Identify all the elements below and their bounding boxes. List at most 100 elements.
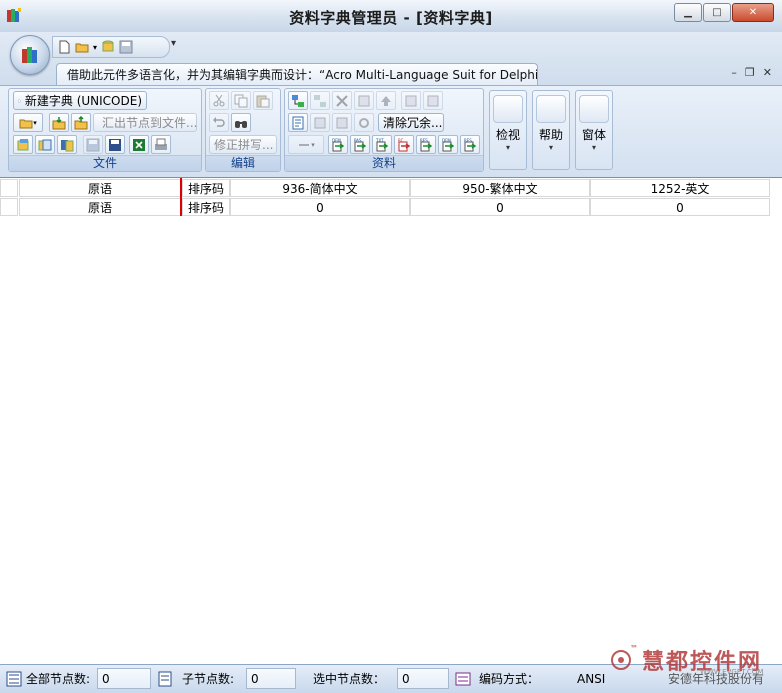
grid-cell[interactable]: 原语	[19, 198, 181, 216]
application-menu-button[interactable]	[10, 35, 50, 75]
undo-button[interactable]	[209, 113, 229, 132]
save-as-icon	[109, 138, 121, 151]
quick-access-toolbar: ▾	[52, 36, 170, 58]
document-properties-icon	[292, 116, 304, 129]
import-dfm-icon: DFM	[332, 138, 345, 151]
grid-cell[interactable]: 950-繁体中文	[410, 179, 590, 197]
link-dropdown-button[interactable]: ▾	[288, 135, 324, 154]
export-res-button[interactable]: RES	[416, 135, 436, 154]
open-dropdown-icon[interactable]: ▾	[93, 43, 97, 52]
save-as-button[interactable]	[105, 135, 125, 154]
open-button[interactable]: ▾	[13, 113, 43, 132]
grid-cell[interactable]: 0	[590, 198, 770, 216]
cut-button[interactable]	[209, 91, 229, 110]
row-indicator[interactable]	[0, 198, 18, 216]
view-menu-button[interactable]: 检视 ▾	[489, 90, 527, 170]
database-open-button[interactable]	[13, 135, 33, 154]
binoculars-icon	[235, 120, 247, 128]
import-folder-button[interactable]	[49, 113, 69, 132]
move-node-button[interactable]	[354, 91, 374, 110]
grid-cell[interactable]: 0	[230, 198, 410, 216]
paste-button[interactable]	[253, 91, 273, 110]
find-button[interactable]	[231, 113, 251, 132]
grid-row[interactable]: 原语 排序码 0 0 0	[0, 198, 782, 217]
new-document-icon[interactable]	[57, 40, 71, 54]
minimize-button[interactable]: ▁	[674, 3, 702, 22]
watermark-url: WWW.EVGET.COM	[700, 668, 764, 676]
grid-cell[interactable]: 1252-英文	[590, 179, 770, 197]
grid-cell[interactable]: 0	[410, 198, 590, 216]
import-dfm-button[interactable]: DFM	[328, 135, 348, 154]
dictionary-grid[interactable]: 原语 排序码 936-简体中文 950-繁体中文 1252-英文 原语 排序码 …	[0, 177, 782, 665]
grid-cell[interactable]: 936-简体中文	[230, 179, 410, 197]
help-icon	[536, 95, 566, 123]
view-icon	[493, 95, 523, 123]
window-menu-button[interactable]: 窗体 ▾	[575, 90, 613, 170]
import-txt-icon: TXT	[375, 138, 389, 151]
database-merge-icon	[61, 139, 74, 151]
simplified-chinese-icon	[314, 117, 326, 128]
grid-header-row[interactable]: 原语 排序码 936-简体中文 950-繁体中文 1252-英文	[0, 179, 782, 198]
scissors-icon	[213, 94, 225, 106]
import-txt-button[interactable]: TXT	[372, 135, 392, 154]
arrow-up-icon	[381, 95, 391, 106]
maximize-button[interactable]: □	[703, 3, 731, 22]
traditional-convert-button[interactable]	[332, 113, 352, 132]
export-excel-button[interactable]	[129, 135, 149, 154]
move-up-button[interactable]	[376, 91, 396, 110]
export-node-label: 汇出节点到文件...	[102, 116, 198, 130]
import-tree-button[interactable]	[401, 91, 421, 110]
database-merge-button[interactable]	[57, 135, 77, 154]
column-splitter[interactable]	[180, 178, 182, 216]
import-pas-button[interactable]: PAS	[350, 135, 370, 154]
database-icon[interactable]	[101, 40, 115, 54]
format-tag-dfm: DFM	[332, 138, 341, 143]
add-node-button[interactable]	[288, 91, 308, 110]
grid-cell[interactable]: 排序码	[182, 179, 230, 197]
fix-spelling-button[interactable]: 修正拼写...	[209, 135, 277, 154]
books-icon	[22, 47, 37, 63]
folder-import-icon	[52, 116, 66, 129]
clear-redundant-button[interactable]: 清除冗余...	[378, 113, 444, 132]
tree-import-icon	[405, 95, 417, 106]
customize-qat-icon[interactable]: ▾	[171, 38, 176, 49]
refresh-button[interactable]	[354, 113, 374, 132]
simplified-convert-button[interactable]	[310, 113, 330, 132]
encoding-label: 编码方式：	[479, 672, 540, 686]
mdi-restore-button[interactable]: ❐	[745, 66, 755, 79]
tree-child-icon	[314, 94, 326, 107]
print-button[interactable]	[151, 135, 171, 154]
title-bar: 资料字典管理员 - [资料字典] ▁ □ ✕	[0, 0, 782, 33]
view-dropdown-icon: ▾	[505, 143, 510, 152]
import-rc-button[interactable]: RC	[394, 135, 414, 154]
export-node-button[interactable]: 汇出节点到文件...	[93, 113, 197, 132]
new-dictionary-button[interactable]: 新建字典 (UNICODE)	[13, 91, 147, 110]
database-icon	[17, 138, 29, 150]
help-menu-button[interactable]: 帮助 ▾	[532, 90, 570, 170]
grid-cell[interactable]: 原语	[19, 179, 181, 197]
export-dfm-button[interactable]: DFM	[438, 135, 458, 154]
export-folder-button[interactable]	[71, 113, 91, 132]
database-copy-button[interactable]	[35, 135, 55, 154]
tree-export-icon	[427, 95, 439, 106]
properties-button[interactable]	[288, 113, 308, 132]
selected-nodes-label: 选中节点数：	[313, 672, 386, 686]
row-indicator[interactable]	[0, 179, 18, 197]
open-folder-icon[interactable]	[75, 40, 89, 54]
site-watermark: ™ 慧都控件网 WWW.EVGET.COM	[600, 644, 782, 676]
grid-cell[interactable]: 排序码	[182, 198, 230, 216]
export-res2-button[interactable]: RES	[460, 135, 480, 154]
add-child-button[interactable]	[310, 91, 330, 110]
format-tag-txt: TXT	[375, 138, 384, 143]
save-button[interactable]	[83, 135, 103, 154]
close-button[interactable]: ✕	[732, 3, 774, 22]
mdi-close-button[interactable]: ✕	[763, 66, 772, 79]
mdi-minimize-button[interactable]: –	[731, 66, 737, 79]
copy-button[interactable]	[231, 91, 251, 110]
export-tree-button[interactable]	[423, 91, 443, 110]
window-icon	[579, 95, 609, 123]
save-icon[interactable]	[119, 40, 133, 54]
document-tab[interactable]: 借助此元件多语言化，并为其编辑字典而设计：“Acro Multi-Languag…	[56, 63, 538, 85]
delete-button[interactable]	[332, 91, 352, 110]
ribbon-group-data-label: 资料	[285, 155, 483, 171]
